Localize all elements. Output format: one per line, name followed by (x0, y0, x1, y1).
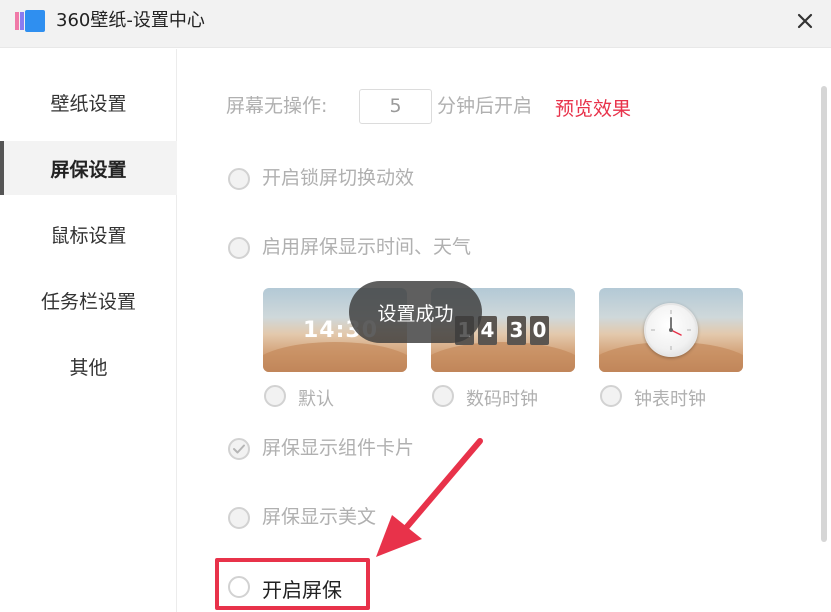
checkmark-icon (233, 444, 245, 454)
sidebar-item-mouse[interactable]: 鼠标设置 (0, 207, 177, 261)
show-quotes-label: 屏保显示美文 (262, 506, 377, 528)
close-button[interactable] (792, 8, 818, 34)
show-time-weather-radio[interactable] (228, 237, 250, 259)
idle-prefix-label: 屏幕无操作: (226, 95, 328, 117)
enable-screensaver-radio[interactable] (228, 576, 250, 598)
enable-screensaver-label: 开启屏保 (262, 578, 342, 602)
close-icon[interactable] (797, 13, 813, 29)
success-toast: 设置成功 (349, 281, 482, 343)
clock-style-analog-label: 钟表时钟 (634, 389, 706, 410)
clock-style-default-radio[interactable] (264, 385, 286, 407)
sidebar: 壁纸设置 屏保设置 鼠标设置 任务栏设置 其他 (0, 49, 177, 612)
window-title: 360壁纸-设置中心 (56, 10, 205, 31)
preview-effect-link[interactable]: 预览效果 (555, 94, 631, 121)
sidebar-item-other[interactable]: 其他 (0, 339, 177, 393)
show-quotes-radio[interactable] (228, 507, 250, 529)
lockscreen-transition-radio[interactable] (228, 168, 250, 190)
title-bar: 360壁纸-设置中心 (0, 0, 831, 48)
desert-dune (263, 342, 407, 372)
lockscreen-transition-label: 开启锁屏切换动效 (262, 167, 415, 189)
app-logo-icon (15, 10, 45, 32)
idle-suffix-label: 分钟后开启 (437, 95, 533, 117)
scrollbar[interactable] (821, 86, 827, 542)
sidebar-item-screensaver[interactable]: 屏保设置 (0, 141, 177, 195)
clock-style-analog-thumbnail[interactable] (599, 288, 743, 372)
clock-style-digital-radio[interactable] (432, 385, 454, 407)
sidebar-item-taskbar[interactable]: 任务栏设置 (0, 273, 177, 327)
sidebar-item-wallpaper[interactable]: 壁纸设置 (0, 75, 177, 129)
digital-clock-digit: 0 (530, 316, 549, 345)
analog-clock-icon (644, 303, 698, 357)
digital-clock-digit: 3 (507, 316, 526, 345)
show-widget-cards-radio[interactable] (228, 438, 250, 460)
show-time-weather-label: 启用屏保显示时间、天气 (262, 236, 472, 258)
clock-style-analog-radio[interactable] (600, 385, 622, 407)
clock-style-digital-label: 数码时钟 (466, 389, 538, 410)
desert-dune (431, 342, 575, 372)
clock-style-default-label: 默认 (298, 389, 334, 410)
idle-minutes-input[interactable]: 5 (359, 89, 432, 124)
red-arrow-icon (376, 438, 483, 557)
